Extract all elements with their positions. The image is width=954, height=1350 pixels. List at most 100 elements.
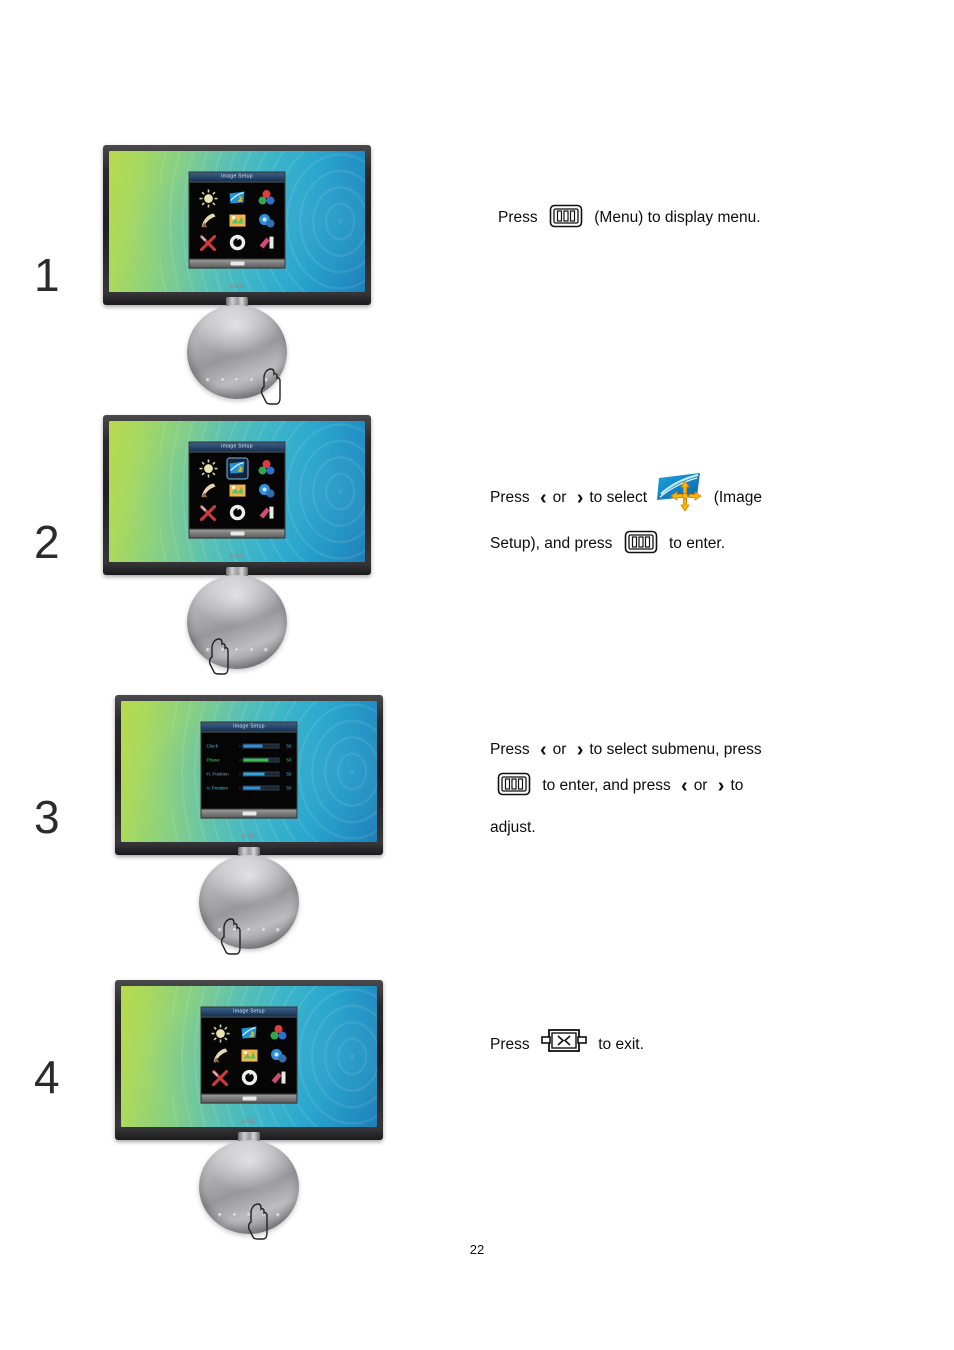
monitor-illustration-4: Image Setup AOC [115,980,383,1240]
monitor-button-3[interactable] [247,928,251,932]
monitor-illustration-1: Image Setup AOC [103,145,371,405]
osd-title-bar: Image Setup [201,722,297,733]
osd-menu-item-reset[interactable] [239,1068,259,1088]
monitor-button-5[interactable] [276,1213,280,1217]
osd-submenu: Image Setup Clock ‹ 50 Phase ‹ 50 H. Position ‹… [200,721,298,819]
monitor-button-4[interactable] [249,648,254,652]
osd-footer-bar [201,808,297,818]
exit-key-icon[interactable] [541,1027,587,1069]
osd-menu-item-color-setup[interactable] [268,1023,288,1043]
screen-brand-label: AOC [241,1119,257,1125]
osd-title-text: Image Setup [221,443,253,450]
instruction-text-run: or [552,741,571,758]
monitor-button-3[interactable] [235,648,239,652]
osd-menu-item-color-setup[interactable] [256,458,276,478]
monitor-button-4[interactable] [249,378,254,382]
osd-menu-item-pip-setting[interactable] [268,1046,288,1066]
osd-menu-item-luminance[interactable] [198,188,218,208]
instruction-text-run: adjust. [490,819,536,836]
osd-menu-item-image-setup[interactable] [226,457,248,480]
osd-menu-item-exit[interactable] [268,1068,288,1088]
osd-slider-row[interactable]: Phase ‹ 50 [207,754,292,765]
osd-slider-track[interactable] [242,785,280,791]
osd-slider-track[interactable] [242,757,280,763]
osd-menu-item-extra[interactable] [198,503,218,523]
monitor-button-5[interactable] [276,928,280,932]
osd-body: Clock ‹ 50 Phase ‹ 50 H. Position ‹ 50 V. Positio… [202,732,297,808]
monitor-base [199,855,299,949]
step-number-3: 3 [34,791,60,843]
right-chevron-icon[interactable]: › [571,732,590,768]
right-chevron-icon[interactable]: › [712,768,731,804]
hand-cursor-icon [206,637,232,675]
left-chevron-icon[interactable]: ‹ [675,768,694,804]
hand-cursor-icon [258,367,284,405]
osd-slider-row[interactable]: Clock ‹ 50 [207,740,292,751]
step-number-2: 2 [34,516,60,568]
osd-menu-item-pip-setting[interactable] [256,211,276,231]
monitor-button-4[interactable] [261,928,266,932]
manual-page: 1 Image Setup AOC Press (Menu) to displa… [0,0,954,1350]
osd-menu-item-exit[interactable] [256,503,276,523]
instruction-text-run: Setup), and press [490,535,617,552]
monitor-button-5[interactable] [264,648,268,652]
instruction-line: Press ‹ or › to select (Image [490,472,762,526]
osd-menu-item-image-setup[interactable] [239,1023,259,1043]
osd-slider-label: H. Position [206,771,229,777]
instruction-text-run: to enter, and press [542,777,676,794]
right-chevron-icon[interactable]: › [571,480,590,516]
instruction-line: Press to exit. [490,1027,644,1069]
osd-menu-item-osd-setup[interactable] [227,211,247,231]
osd-menu-item-osd-setup[interactable] [227,481,247,501]
left-chevron-icon[interactable]: ‹ [534,732,553,768]
osd-menu-item-osd-setup[interactable] [239,1046,259,1066]
osd-menu-item-pip-setting[interactable] [256,481,276,501]
monitor-button-3[interactable] [235,378,239,382]
osd-slider-row[interactable]: H. Position ‹ 50 [207,768,292,779]
osd-body [190,182,285,258]
menu-key-icon[interactable] [549,204,583,242]
osd-menu-item-luminance[interactable] [198,458,218,478]
instruction-text-run: or [552,489,571,506]
screen-brand-label: AOC [241,834,257,840]
osd-slider-track[interactable] [242,743,280,749]
osd-menu-item-color-setup[interactable] [256,188,276,208]
osd-slider-track[interactable] [242,771,280,777]
instruction-text-4: Press to exit. [490,1027,644,1069]
osd-slider-value: 50 [286,785,292,791]
osd-menu-item-picture-boost[interactable] [198,211,218,231]
osd-footer-bar [189,528,285,538]
osd-title-text: Image Setup [233,723,265,730]
monitor-button-2[interactable] [232,1213,237,1217]
osd-menu-item-extra[interactable] [198,233,218,253]
menu-key-icon[interactable] [624,530,658,568]
monitor-button-1[interactable] [218,1213,222,1217]
osd-slider-fill [243,786,261,790]
osd-menu-item-luminance[interactable] [210,1023,230,1043]
osd-slider-label: Phase [206,757,220,763]
osd-icon-grid [194,457,281,524]
osd-menu-item-extra[interactable] [210,1068,230,1088]
left-chevron-icon[interactable]: ‹ [534,480,553,516]
osd-menu-item-reset[interactable] [227,503,247,523]
monitor-bezel: Image Setup AOC [103,145,371,305]
osd-title-text: Image Setup [233,1008,265,1015]
instruction-line: adjust. [490,810,762,846]
osd-menu-item-reset[interactable] [227,233,247,253]
monitor-bezel: Image Setup Clock ‹ 50 Phase ‹ 50 H. Position ‹… [115,695,383,855]
osd-slider-row[interactable]: V. Position ‹ 50 [207,782,292,793]
monitor-button-1[interactable] [206,378,210,382]
osd-menu-item-image-setup[interactable] [227,188,247,208]
instruction-text-run: to select submenu, press [589,741,762,758]
menu-key-icon[interactable] [497,772,531,810]
osd-menu-item-picture-boost[interactable] [198,481,218,501]
osd-menu-item-exit[interactable] [256,233,276,253]
monitor-button-2[interactable] [220,378,225,382]
screen-brand-label: AOC [229,554,245,560]
osd-body [190,452,285,528]
instruction-text-run: Press [490,489,534,506]
osd-menu-item-picture-boost[interactable] [210,1046,230,1066]
instruction-text-run: (Image [713,489,762,506]
instruction-text-run: to enter. [668,535,725,552]
osd-main-menu: Image Setup [188,171,286,269]
